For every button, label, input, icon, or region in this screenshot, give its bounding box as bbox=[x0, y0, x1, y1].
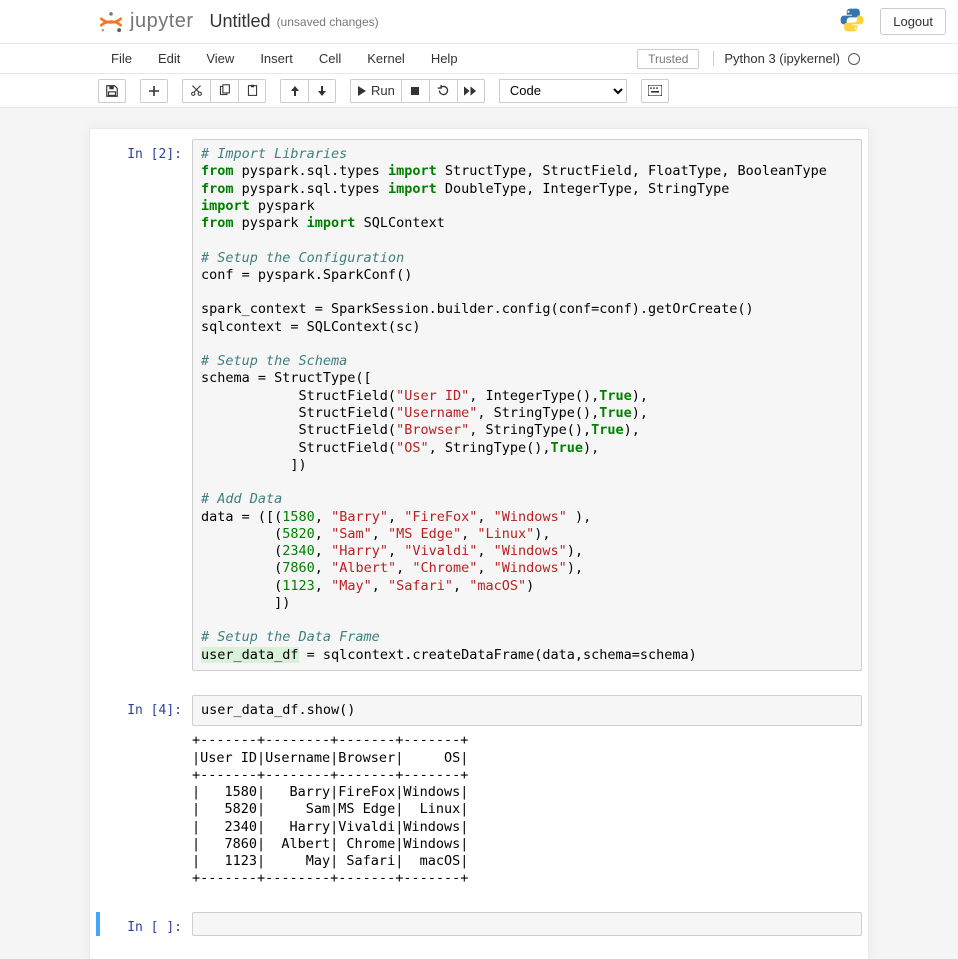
code-cell[interactable]: In [4]:user_data_df.show()+-------+-----… bbox=[96, 691, 862, 892]
run-button[interactable]: Run bbox=[350, 79, 401, 103]
celltype-select[interactable]: CodeMarkdownRaw NBConvertHeading bbox=[499, 79, 627, 103]
menu-file[interactable]: File bbox=[98, 44, 145, 73]
code-cell[interactable]: In [ ]: bbox=[96, 908, 862, 940]
code-input[interactable] bbox=[192, 912, 862, 936]
logout-button[interactable]: Logout bbox=[880, 8, 946, 35]
jupyter-logo[interactable]: jupyter bbox=[98, 9, 194, 35]
menu-kernel[interactable]: Kernel bbox=[354, 44, 418, 73]
save-status: (unsaved changes) bbox=[277, 15, 379, 29]
menu-view[interactable]: View bbox=[193, 44, 247, 73]
copy-button[interactable] bbox=[210, 79, 238, 103]
move-up-button[interactable] bbox=[280, 79, 308, 103]
cell-output: +-------+--------+-------+-------+ |User… bbox=[192, 726, 468, 887]
cut-button[interactable] bbox=[182, 79, 210, 103]
interrupt-button[interactable] bbox=[401, 79, 429, 103]
code-input[interactable]: # Import Libraries from pyspark.sql.type… bbox=[192, 139, 862, 671]
toolbar: Run CodeMarkdownRaw NBConvertHeading bbox=[0, 74, 958, 108]
code-cell[interactable]: In [2]:# Import Libraries from pyspark.s… bbox=[96, 135, 862, 675]
kernel-name[interactable]: Python 3 (ipykernel) bbox=[724, 51, 840, 66]
code-input[interactable]: user_data_df.show() bbox=[192, 695, 862, 726]
paste-button[interactable] bbox=[238, 79, 266, 103]
menubar: FileEditViewInsertCellKernelHelp Trusted… bbox=[0, 44, 958, 74]
menu-edit[interactable]: Edit bbox=[145, 44, 193, 73]
save-button[interactable] bbox=[98, 79, 126, 103]
run-button-label: Run bbox=[371, 83, 395, 98]
cell-prompt: In [ ]: bbox=[100, 912, 192, 936]
command-palette-button[interactable] bbox=[641, 79, 669, 103]
notebook: In [2]:# Import Libraries from pyspark.s… bbox=[89, 128, 869, 959]
kernel-python-icon bbox=[838, 6, 866, 37]
restart-button[interactable] bbox=[429, 79, 457, 103]
notebook-title[interactable]: Untitled bbox=[210, 11, 271, 32]
cell-prompt: In [4]: bbox=[100, 695, 192, 888]
jupyter-logo-text: jupyter bbox=[130, 10, 194, 33]
restart-run-all-button[interactable] bbox=[457, 79, 485, 103]
move-down-button[interactable] bbox=[308, 79, 336, 103]
menu-insert[interactable]: Insert bbox=[247, 44, 306, 73]
menu-help[interactable]: Help bbox=[418, 44, 471, 73]
notebook-scroll-area[interactable]: In [2]:# Import Libraries from pyspark.s… bbox=[0, 108, 958, 959]
menu-cell[interactable]: Cell bbox=[306, 44, 354, 73]
trusted-badge[interactable]: Trusted bbox=[637, 49, 699, 69]
add-cell-button[interactable] bbox=[140, 79, 168, 103]
cell-prompt: In [2]: bbox=[100, 139, 192, 671]
kernel-status-icon bbox=[848, 53, 860, 65]
header: jupyter Untitled (unsaved changes) Logou… bbox=[0, 0, 958, 44]
